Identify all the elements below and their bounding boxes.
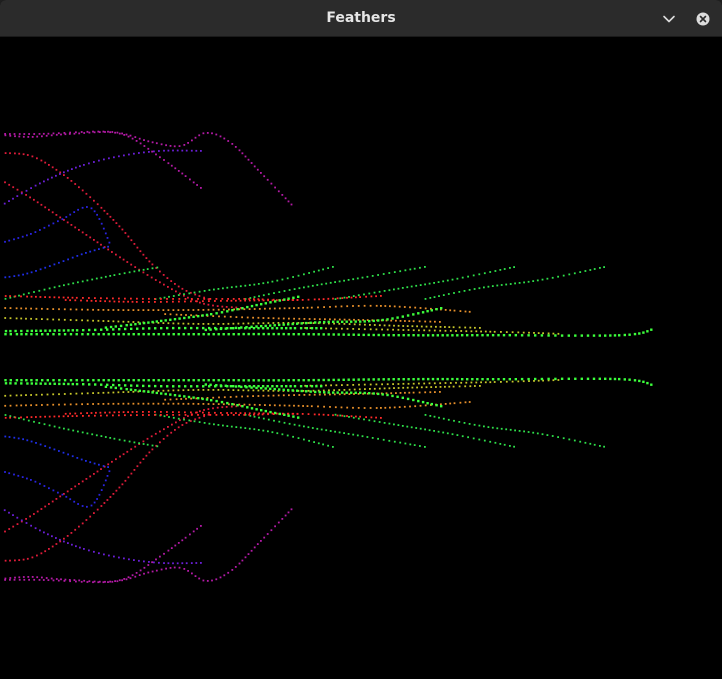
feather-stroke-green-high [424, 414, 605, 448]
title-bar[interactable]: Feathers [0, 0, 722, 37]
feather-stroke-blue-deep [4, 470, 111, 508]
feather-stroke-green-core [4, 382, 323, 388]
feather-stroke-orange-band [164, 391, 441, 401]
feather-stroke-yellow-band [4, 317, 481, 329]
feather-stroke-green-high [424, 266, 605, 300]
feather-stroke-red-long [4, 152, 210, 300]
feather-stroke-red-band [4, 295, 382, 301]
feather-stroke-blue-deep [4, 206, 111, 244]
feather-stroke-red-long [4, 181, 242, 309]
feather-stroke-red-band [64, 411, 299, 415]
feather-stroke-green-core [104, 385, 300, 419]
feather-stroke-green-core [204, 383, 443, 408]
window-title: Feathers [326, 10, 396, 26]
feather-stroke-green-high [244, 413, 426, 448]
feather-stroke-red-long [4, 413, 210, 562]
feather-stroke-magenta-outer [4, 130, 293, 206]
feather-stroke-magenta-outer [4, 508, 293, 584]
feather-stroke-orange-band [164, 313, 441, 323]
window-menu-button[interactable] [658, 8, 680, 30]
feather-stroke-blue-purple [3, 149, 202, 205]
feather-stroke-blue-mid [4, 435, 109, 468]
feather-stroke-green-high [334, 413, 515, 448]
feather-stroke-blue-purple [3, 509, 202, 565]
feathers-canvas-area[interactable] [0, 37, 722, 679]
feather-stroke-green-high [154, 266, 334, 300]
feather-stroke-green-high [4, 266, 159, 300]
feather-stroke-green-high [334, 266, 515, 300]
chevron-down-icon [663, 15, 675, 23]
feather-stroke-blue-mid [4, 245, 109, 279]
feathers-drawing [3, 130, 653, 584]
feather-stroke-red-band [4, 412, 382, 419]
window-close-button[interactable] [692, 8, 714, 30]
feather-stroke-green-high [154, 413, 334, 448]
app-window: Feathers [0, 0, 722, 679]
close-icon [696, 12, 710, 26]
feather-stroke-green-high [4, 414, 159, 448]
feather-stroke-green-core [204, 307, 443, 332]
feather-stroke-red-band [64, 299, 299, 303]
feather-stroke-yellow-band [4, 385, 481, 397]
feather-stroke-green-high [244, 266, 426, 300]
feather-stroke-red-long [4, 405, 242, 533]
feather-stroke-green-core [4, 326, 323, 333]
